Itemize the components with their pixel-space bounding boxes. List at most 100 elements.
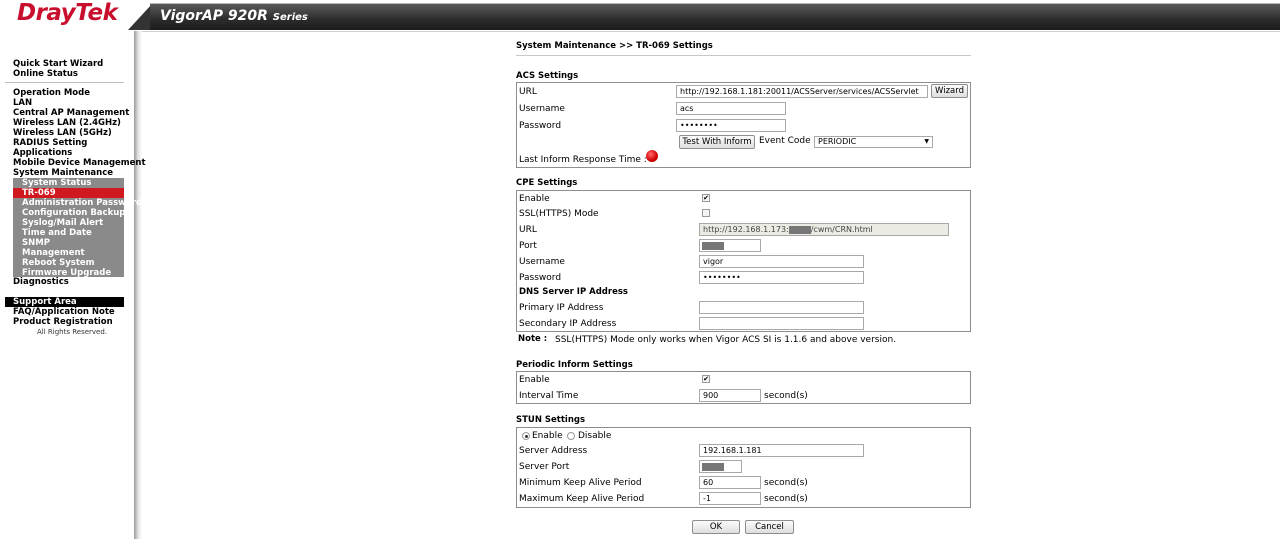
subnav-system-status[interactable]: System Status: [22, 178, 91, 188]
stun-disable-radio[interactable]: [567, 432, 575, 440]
min-keep-alive-input[interactable]: 60: [699, 476, 761, 489]
stun-settings-title: STUN Settings: [516, 415, 586, 425]
sidebar-shadow: [134, 31, 142, 539]
product-model: VigorAP 920R: [160, 8, 268, 24]
server-address-label: Server Address: [519, 446, 588, 456]
interval-time-label: Interval Time: [519, 391, 579, 401]
primary-ip-label: Primary IP Address: [519, 303, 604, 313]
nav-online-status[interactable]: Online Status: [13, 69, 78, 79]
secondary-ip-label: Secondary IP Address: [519, 319, 617, 329]
test-with-inform-button[interactable]: Test With Inform: [679, 135, 755, 149]
note-label: Note :: [518, 334, 548, 344]
subnav-snmp[interactable]: SNMP: [22, 238, 50, 248]
subnav-tr069[interactable]: TR-069: [13, 188, 124, 198]
cpe-enable-label: Enable: [519, 194, 550, 204]
cpe-port-label: Port: [519, 241, 537, 251]
subnav-reboot-system[interactable]: Reboot System: [22, 258, 95, 268]
product-name: VigorAP 920R Series: [160, 8, 308, 24]
nav-wireless-lan-5[interactable]: Wireless LAN (5GHz): [13, 128, 112, 138]
subnav-syslog-mail-alert[interactable]: Syslog/Mail Alert: [22, 218, 103, 228]
cpe-password-input[interactable]: ••••••••: [699, 271, 864, 284]
cpe-url-prefix: http://192.168.1.173:: [703, 225, 789, 234]
header-divider: [0, 31, 1280, 32]
max-keep-alive-label: Maximum Keep Alive Period: [519, 494, 645, 504]
copyright-text: All Rights Reserved.: [37, 328, 108, 336]
acs-username-label: Username: [519, 104, 565, 114]
periodic-inform-title: Periodic Inform Settings: [516, 360, 633, 370]
cpe-enable-checkbox[interactable]: ✔: [702, 194, 710, 202]
support-area-header: Support Area: [5, 297, 124, 307]
redacted-mask: [702, 463, 724, 471]
stun-enable-label: Enable: [532, 431, 563, 441]
dns-server-title: DNS Server IP Address: [519, 287, 628, 297]
header-dark-band: [150, 4, 1280, 30]
ssl-mode-label: SSL(HTTPS) Mode: [519, 209, 599, 219]
nav-operation-mode[interactable]: Operation Mode: [13, 88, 90, 98]
cpe-username-input[interactable]: vigor: [699, 255, 864, 268]
wizard-button[interactable]: Wizard: [931, 84, 968, 98]
primary-ip-input[interactable]: [699, 301, 864, 314]
nav-wireless-lan-24[interactable]: Wireless LAN (2.4GHz): [13, 118, 121, 128]
nav-diagnostics[interactable]: Diagnostics: [13, 277, 69, 287]
nav-applications[interactable]: Applications: [13, 148, 72, 158]
acs-url-label: URL: [519, 87, 537, 97]
max-keep-alive-input[interactable]: -1: [699, 492, 761, 505]
draytek-logo: DrayTek: [17, 0, 118, 26]
interval-unit: second(s): [764, 391, 808, 401]
subnav-configuration-backup[interactable]: Configuration Backup: [22, 208, 125, 218]
min-keep-alive-label: Minimum Keep Alive Period: [519, 478, 642, 488]
cpe-settings-title: CPE Settings: [516, 178, 578, 188]
acs-username-input[interactable]: acs: [676, 102, 786, 115]
nav-faq-application-note[interactable]: FAQ/Application Note: [13, 307, 115, 317]
cpe-password-label: Password: [519, 273, 562, 283]
cpe-port-input[interactable]: [699, 239, 761, 252]
nav-system-maintenance[interactable]: System Maintenance: [13, 168, 113, 178]
breadcrumb-divider: [516, 55, 971, 56]
server-port-input[interactable]: [699, 460, 742, 473]
product-series: Series: [272, 12, 308, 23]
event-code-value: PERIODIC: [818, 137, 857, 146]
nav-quick-start-wizard[interactable]: Quick Start Wizard: [13, 59, 103, 69]
acs-password-label: Password: [519, 121, 562, 131]
ssl-mode-checkbox[interactable]: [702, 209, 710, 217]
breadcrumb: System Maintenance >> TR-069 Settings: [516, 41, 713, 51]
cancel-button[interactable]: Cancel: [745, 520, 794, 534]
ok-button[interactable]: OK: [692, 520, 740, 534]
nav-lan[interactable]: LAN: [13, 98, 32, 108]
server-address-input[interactable]: 192.168.1.181: [699, 444, 864, 457]
periodic-enable-checkbox[interactable]: ✔: [702, 375, 710, 383]
acs-url-input[interactable]: http://192.168.1.181:20011/ACSServer/ser…: [676, 85, 928, 98]
stun-disable-label: Disable: [578, 431, 612, 441]
server-port-label: Server Port: [519, 462, 570, 472]
periodic-enable-label: Enable: [519, 375, 550, 385]
subnav-time-and-date[interactable]: Time and Date: [22, 228, 92, 238]
cpe-username-label: Username: [519, 257, 565, 267]
nav-central-ap-management[interactable]: Central AP Management: [13, 108, 129, 118]
nav-mobile-device-management[interactable]: Mobile Device Management: [13, 158, 146, 168]
nav-product-registration[interactable]: Product Registration: [13, 317, 113, 327]
subnav-administration-password[interactable]: Administration Password: [22, 198, 142, 208]
last-inform-response-label: Last Inform Response Time :: [519, 155, 647, 165]
event-code-select[interactable]: PERIODIC ▼: [814, 136, 933, 148]
header-wedge: [128, 4, 152, 30]
interval-time-input[interactable]: 900: [699, 389, 761, 402]
nav-separator: [5, 82, 124, 83]
stun-enable-radio[interactable]: [522, 432, 530, 440]
cpe-url-suffix: /cwm/CRN.html: [810, 225, 873, 234]
dropdown-arrow-icon: ▼: [924, 138, 929, 145]
cpe-url-label: URL: [519, 225, 537, 235]
min-keep-alive-unit: second(s): [764, 478, 808, 488]
nav-radius-setting[interactable]: RADIUS Setting: [13, 138, 87, 148]
acs-password-input[interactable]: ••••••••: [676, 119, 786, 132]
max-keep-alive-unit: second(s): [764, 494, 808, 504]
header-bar: DrayTek VigorAP 920R Series: [0, 0, 1280, 31]
secondary-ip-input[interactable]: [699, 317, 864, 330]
event-code-label: Event Code: [759, 136, 811, 146]
cpe-url-input: http://192.168.1.173: /cwm/CRN.html: [699, 223, 949, 236]
redacted-mask: [702, 242, 724, 250]
note-text: SSL(HTTPS) Mode only works when Vigor AC…: [555, 335, 897, 345]
acs-settings-title: ACS Settings: [516, 71, 579, 81]
redacted-mask: [788, 225, 811, 234]
status-indicator-icon: [646, 150, 658, 162]
subnav-management[interactable]: Management: [22, 248, 85, 258]
